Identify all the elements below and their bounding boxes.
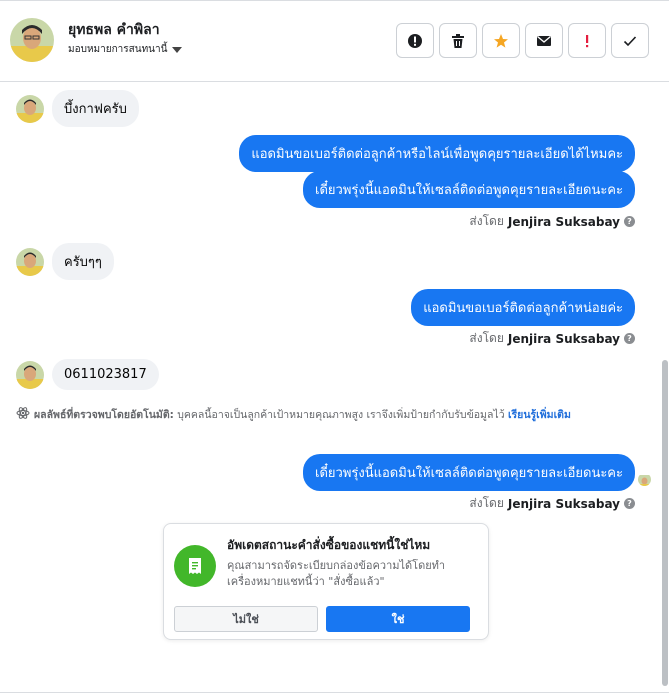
auto-detection-text: บุคคลนี้อาจเป็นลูกค้าเป้าหมายคุณภาพสูง เ… xyxy=(177,409,505,421)
envelope-icon xyxy=(537,35,551,46)
outgoing-message: เดี๋ยวพรุ่งนี้แอดมินให้เซลล์ติดต่อพูดคุย… xyxy=(303,171,635,208)
sent-by-label: ส่งโดย Jenjira Suksabay ? xyxy=(469,212,635,231)
assign-label: มอบหมายการสนทนานี้ xyxy=(68,44,168,55)
contact-avatar-small xyxy=(16,360,44,389)
spam-button[interactable] xyxy=(568,23,606,58)
exclamation-circle-icon xyxy=(408,33,422,48)
thread-scrollbar[interactable] xyxy=(662,360,668,686)
check-icon xyxy=(623,35,637,46)
receipt-icon xyxy=(174,545,216,587)
caret-down-icon xyxy=(172,46,183,53)
confirm-button[interactable]: ใช่ xyxy=(326,606,470,632)
message-thread: บึ้งกาฟครับ แอดมินขอเบอร์ติดต่อลูกค้าหรื… xyxy=(0,82,669,694)
bottom-divider xyxy=(0,692,669,693)
trash-icon xyxy=(452,33,464,48)
order-prompt-title: อัพเดตสถานะคำสั่งซื้อของแชทนี้ใช่ไหม xyxy=(227,538,431,552)
help-icon[interactable]: ? xyxy=(624,216,635,227)
contact-avatar-small xyxy=(16,247,44,276)
star-icon xyxy=(494,33,508,48)
sender-name: Jenjira Suksabay xyxy=(507,214,620,229)
help-icon[interactable]: ? xyxy=(624,498,635,509)
contact-name: ยุทธพล คำพิลา xyxy=(68,22,160,38)
sent-by-prefix: ส่งโดย xyxy=(469,331,504,345)
report-button[interactable] xyxy=(396,23,434,58)
sent-by-prefix: ส่งโดย xyxy=(469,496,504,510)
outgoing-message: เดี๋ยวพรุ่งนี้แอดมินให้เซลล์ติดต่อพูดคุย… xyxy=(303,454,635,491)
order-status-prompt: อัพเดตสถานะคำสั่งซื้อของแชทนี้ใช่ไหม คุณ… xyxy=(163,523,489,640)
mark-done-button[interactable] xyxy=(611,23,649,58)
sender-name: Jenjira Suksabay xyxy=(507,496,620,511)
auto-detection-note: ผลลัพธ์ที่ตรวจพบโดยอัตโนมัติ: บุคคลนี้อา… xyxy=(16,406,641,424)
incoming-message-row: บึ้งกาฟครับ xyxy=(16,90,139,127)
order-prompt-body: คุณสามารถจัดระเบียบกล่องข้อความได้โดยทำเ… xyxy=(227,559,446,588)
sent-by-prefix: ส่งโดย xyxy=(469,214,504,228)
incoming-message: 0611023817 xyxy=(52,359,159,390)
sender-name: Jenjira Suksabay xyxy=(507,331,620,346)
header-actions xyxy=(396,23,649,58)
incoming-message: บึ้งกาฟครับ xyxy=(52,90,139,127)
atom-icon xyxy=(16,407,30,419)
outgoing-message: แอดมินขอเบอร์ติดต่อลูกค้าหน่อยค่ะ xyxy=(411,289,635,326)
sent-by-label: ส่งโดย Jenjira Suksabay ? xyxy=(469,494,635,513)
sent-by-label: ส่งโดย Jenjira Suksabay ? xyxy=(469,329,635,348)
mark-unread-button[interactable] xyxy=(525,23,563,58)
header-top-divider xyxy=(0,0,669,1)
contact-avatar[interactable] xyxy=(10,18,54,62)
learn-more-link[interactable]: เรียนรู้เพิ่มเติม xyxy=(508,409,571,421)
contact-avatar-small xyxy=(16,94,44,123)
outgoing-message: แอดมินขอเบอร์ติดต่อลูกค้าหรือไลน์เพื่อพู… xyxy=(239,135,635,172)
auto-detection-label: ผลลัพธ์ที่ตรวจพบโดยอัตโนมัติ: xyxy=(34,409,174,421)
star-button[interactable] xyxy=(482,23,520,58)
incoming-message-row: 0611023817 xyxy=(16,359,159,390)
exclamation-icon xyxy=(586,34,589,47)
incoming-message-row: ครับๆๆ xyxy=(16,243,114,280)
incoming-message: ครับๆๆ xyxy=(52,243,114,280)
delete-button[interactable] xyxy=(439,23,477,58)
assign-conversation-dropdown[interactable]: มอบหมายการสนทนานี้ xyxy=(68,42,183,57)
help-icon[interactable]: ? xyxy=(624,333,635,344)
seen-avatar xyxy=(638,473,651,486)
conversation-header: ยุทธพล คำพิลา มอบหมายการสนทนานี้ xyxy=(0,0,669,82)
decline-button[interactable]: ไม่ใช่ xyxy=(174,606,318,632)
